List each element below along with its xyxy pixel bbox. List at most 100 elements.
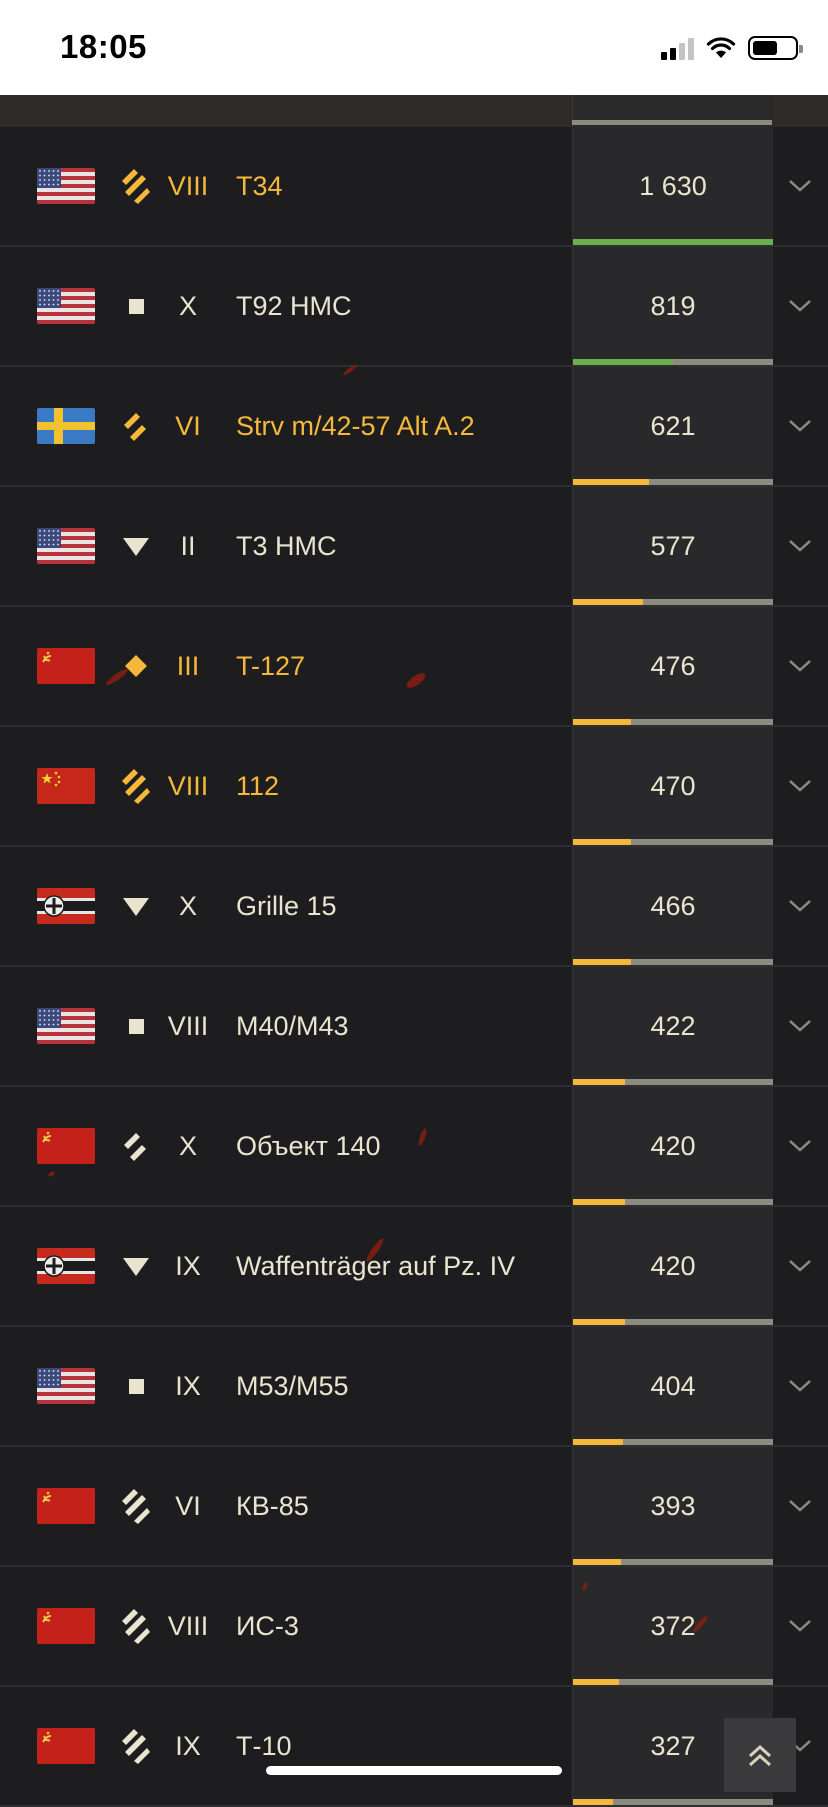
chevron-down-icon bbox=[789, 300, 811, 312]
vehicle-row[interactable]: VIII T34 1 630 bbox=[0, 127, 828, 247]
vehicle-progress-bar bbox=[573, 359, 773, 365]
vehicle-progress-fill bbox=[573, 959, 631, 965]
chevron-down-icon bbox=[789, 540, 811, 552]
expand-row-button[interactable] bbox=[782, 171, 818, 201]
medium-tank-icon bbox=[120, 1127, 152, 1165]
vehicle-tier: IX bbox=[175, 1251, 201, 1281]
chevron-down-icon bbox=[789, 1380, 811, 1392]
chevron-down-icon bbox=[789, 900, 811, 912]
vehicle-name: M53/M55 bbox=[236, 1371, 349, 1401]
flag-ussr-icon bbox=[37, 1128, 95, 1164]
chevron-down-icon bbox=[789, 1140, 811, 1152]
vehicle-value: 372 bbox=[650, 1611, 696, 1641]
flag-sweden-icon bbox=[37, 408, 95, 444]
wifi-icon bbox=[706, 37, 736, 58]
vehicle-row[interactable]: III T-127 476 bbox=[0, 607, 828, 727]
vehicle-row[interactable]: VI КВ-85 393 bbox=[0, 1447, 828, 1567]
tank-destroyer-icon bbox=[120, 887, 152, 925]
flag-usa-icon bbox=[37, 168, 95, 204]
vehicle-row[interactable]: X T92 HMC 819 bbox=[0, 247, 828, 367]
expand-row-button[interactable] bbox=[782, 891, 818, 921]
vehicle-progress-bar bbox=[573, 239, 773, 245]
vehicle-tier: X bbox=[178, 891, 197, 921]
vehicle-row[interactable]: X Grille 15 466 bbox=[0, 847, 828, 967]
expand-row-button[interactable] bbox=[782, 531, 818, 561]
spg-icon bbox=[120, 287, 152, 325]
chevron-down-icon bbox=[789, 1500, 811, 1512]
vehicle-value-cell: 404 bbox=[572, 1327, 773, 1445]
light-tank-icon bbox=[120, 647, 152, 685]
expand-row-button[interactable] bbox=[782, 411, 818, 441]
vehicle-value-cell: 420 bbox=[572, 1087, 773, 1205]
vehicle-progress-bar bbox=[573, 719, 773, 725]
expand-row-button[interactable] bbox=[782, 771, 818, 801]
vehicle-value: 393 bbox=[650, 1491, 696, 1521]
expand-row-button[interactable] bbox=[782, 651, 818, 681]
vehicle-name: T3 HMC bbox=[236, 531, 337, 561]
vehicle-row[interactable]: IX Waffenträger auf Pz. IV 420 bbox=[0, 1207, 828, 1327]
vehicle-row[interactable]: IX Т-10 327 bbox=[0, 1687, 828, 1807]
vehicle-tier: X bbox=[178, 291, 197, 321]
heavy-tank-icon bbox=[120, 167, 152, 205]
heavy-tank-icon bbox=[120, 1607, 152, 1645]
flag-ussr-icon bbox=[37, 648, 95, 684]
expand-row-button[interactable] bbox=[782, 291, 818, 321]
chevron-down-icon bbox=[789, 660, 811, 672]
vehicle-name: ИС-3 bbox=[236, 1611, 299, 1641]
vehicle-value-cell: 420 bbox=[572, 1207, 773, 1325]
expand-row-button[interactable] bbox=[782, 1371, 818, 1401]
flag-ussr-icon bbox=[37, 1728, 95, 1764]
vehicle-tier: VIII bbox=[167, 1011, 209, 1041]
tank-destroyer-icon bbox=[120, 527, 152, 565]
chevron-down-icon bbox=[789, 420, 811, 432]
chevron-down-icon bbox=[789, 1020, 811, 1032]
expand-row-button[interactable] bbox=[782, 1131, 818, 1161]
vehicle-tier: X bbox=[178, 1131, 197, 1161]
vehicle-progress-bar bbox=[573, 1079, 773, 1085]
spg-icon bbox=[120, 1007, 152, 1045]
vehicle-progress-fill bbox=[573, 839, 631, 845]
vehicle-row[interactable]: X Объект 140 420 bbox=[0, 1087, 828, 1207]
vehicle-value-cell: 470 bbox=[572, 727, 773, 845]
vehicle-value: 420 bbox=[650, 1131, 696, 1161]
vehicle-name: Strv m/42-57 Alt A.2 bbox=[236, 411, 475, 441]
vehicle-row[interactable]: VIII 112 470 bbox=[0, 727, 828, 847]
flag-ussr-icon bbox=[37, 1488, 95, 1524]
spg-icon bbox=[120, 1367, 152, 1405]
status-icons bbox=[661, 34, 803, 62]
vehicle-value-cell: 621 bbox=[572, 367, 773, 485]
vehicle-progress-fill bbox=[573, 359, 673, 365]
vehicle-value: 1 630 bbox=[639, 171, 707, 201]
vehicle-progress-fill bbox=[573, 1319, 625, 1325]
heavy-tank-icon bbox=[120, 1727, 152, 1765]
vehicle-value-cell: 819 bbox=[572, 247, 773, 365]
vehicle-progress-bar bbox=[573, 1439, 773, 1445]
vehicle-name: T92 HMC bbox=[236, 291, 352, 321]
vehicle-row[interactable]: VIII ИС-3 372 bbox=[0, 1567, 828, 1687]
expand-row-button[interactable] bbox=[782, 1251, 818, 1281]
vehicle-progress-fill bbox=[573, 1439, 623, 1445]
scroll-to-top-button[interactable] bbox=[724, 1718, 796, 1792]
flag-usa-icon bbox=[37, 288, 95, 324]
vehicle-value-cell: 393 bbox=[572, 1447, 773, 1565]
cellular-signal-icon bbox=[661, 36, 694, 60]
vehicle-value: 621 bbox=[650, 411, 696, 441]
vehicle-value-cell: 577 bbox=[572, 487, 773, 605]
expand-row-button[interactable] bbox=[782, 1011, 818, 1041]
vehicle-row[interactable]: VIII M40/M43 422 bbox=[0, 967, 828, 1087]
vehicle-progress-fill bbox=[573, 479, 649, 485]
chevron-down-icon bbox=[789, 1620, 811, 1632]
expand-row-button[interactable] bbox=[782, 1611, 818, 1641]
expand-row-button[interactable] bbox=[782, 1491, 818, 1521]
vehicle-row[interactable]: IX M53/M55 404 bbox=[0, 1327, 828, 1447]
vehicle-value: 577 bbox=[650, 531, 696, 561]
chevron-down-icon bbox=[789, 1260, 811, 1272]
vehicle-row[interactable]: VI Strv m/42-57 Alt A.2 621 bbox=[0, 367, 828, 487]
vehicle-value: 476 bbox=[650, 651, 696, 681]
vehicle-row[interactable]: II T3 HMC 577 bbox=[0, 487, 828, 607]
home-indicator bbox=[266, 1766, 562, 1775]
vehicle-tier: II bbox=[180, 531, 196, 561]
vehicle-value-cell: 466 bbox=[572, 847, 773, 965]
vehicle-name: T-127 bbox=[236, 651, 306, 681]
vehicle-progress-bar bbox=[573, 1559, 773, 1565]
